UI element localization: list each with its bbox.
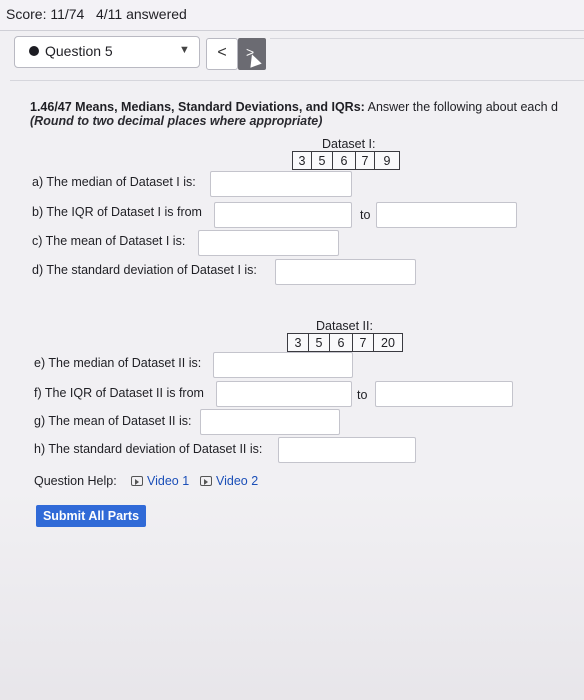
iqr-dataset2-to-input[interactable]: [375, 381, 513, 407]
problem-title-bold: 1.46/47 Means, Medians, Standard Deviati…: [30, 100, 365, 114]
iqr-dataset1-from-input[interactable]: [214, 202, 352, 228]
median-dataset2-input[interactable]: [213, 352, 353, 378]
previous-question-button[interactable]: <: [206, 38, 238, 70]
score-text: Score: 11/74: [6, 6, 85, 22]
question-c-label: c) The mean of Dataset I is:: [32, 234, 186, 248]
video-2-link[interactable]: Video 2: [200, 474, 258, 488]
problem-title-rest: Answer the following about each d: [364, 100, 559, 114]
chevron-down-icon: ▼: [179, 44, 190, 56]
question-f-label: f) The IQR of Dataset II is from: [34, 386, 204, 400]
dataset2-caption: Dataset II:: [316, 319, 373, 333]
dataset1-value: 6: [332, 151, 356, 170]
answered-count: 4/11 answered: [96, 6, 187, 22]
next-question-button[interactable]: >: [238, 38, 266, 70]
video-play-icon: [200, 476, 212, 486]
question-g-label: g) The mean of Dataset II is:: [34, 414, 192, 428]
chevron-left-icon: <: [217, 44, 227, 61]
mouse-cursor-icon: [246, 52, 262, 68]
dataset1-table: 3 5 6 7 9: [292, 151, 400, 170]
dataset2-value: 20: [373, 333, 403, 352]
iqr-dataset2-from-input[interactable]: [216, 381, 352, 407]
section-divider: [10, 80, 584, 81]
video-play-icon: [131, 476, 143, 486]
question-b-label: b) The IQR of Dataset I is from: [32, 205, 202, 219]
problem-title: 1.46/47 Means, Medians, Standard Deviati…: [30, 100, 558, 114]
range-to-label: to: [360, 208, 371, 222]
dataset1-value: 3: [292, 151, 312, 170]
question-a-label: a) The median of Dataset I is:: [32, 175, 196, 189]
dataset1-value: 9: [374, 151, 400, 170]
dataset1-caption: Dataset I:: [322, 137, 376, 151]
status-dot-icon: [29, 46, 39, 56]
video-1-link[interactable]: Video 1: [131, 474, 189, 488]
question-e-label: e) The median of Dataset II is:: [34, 356, 202, 370]
dataset2-value: 5: [308, 333, 330, 352]
stdev-dataset1-input[interactable]: [275, 259, 416, 285]
dataset1-value: 5: [311, 151, 333, 170]
question-d-label: d) The standard deviation of Dataset I i…: [32, 263, 257, 277]
iqr-dataset1-to-input[interactable]: [376, 202, 517, 228]
mean-dataset2-input[interactable]: [200, 409, 340, 435]
mean-dataset1-input[interactable]: [198, 230, 339, 256]
dataset2-table: 3 5 6 7 20: [287, 333, 403, 352]
score-header: Score: 11/74 4/11 answered: [0, 0, 584, 31]
question-selector[interactable]: Question 5 ▼: [14, 36, 200, 68]
video-2-label: Video 2: [216, 474, 259, 488]
problem-instructions: (Round to two decimal places where appro…: [30, 114, 323, 128]
header-divider: [270, 38, 584, 39]
dataset2-value: 7: [352, 333, 374, 352]
range-to-label: to: [357, 388, 368, 402]
median-dataset1-input[interactable]: [210, 171, 352, 197]
question-help-label: Question Help:: [34, 474, 117, 488]
submit-all-parts-button[interactable]: Submit All Parts: [36, 505, 146, 527]
question-selector-label: Question 5: [45, 43, 113, 59]
dataset2-value: 6: [329, 333, 353, 352]
stdev-dataset2-input[interactable]: [278, 437, 416, 463]
dataset1-value: 7: [355, 151, 375, 170]
video-1-label: Video 1: [147, 474, 190, 488]
dataset2-value: 3: [287, 333, 309, 352]
question-h-label: h) The standard deviation of Dataset II …: [34, 442, 263, 456]
